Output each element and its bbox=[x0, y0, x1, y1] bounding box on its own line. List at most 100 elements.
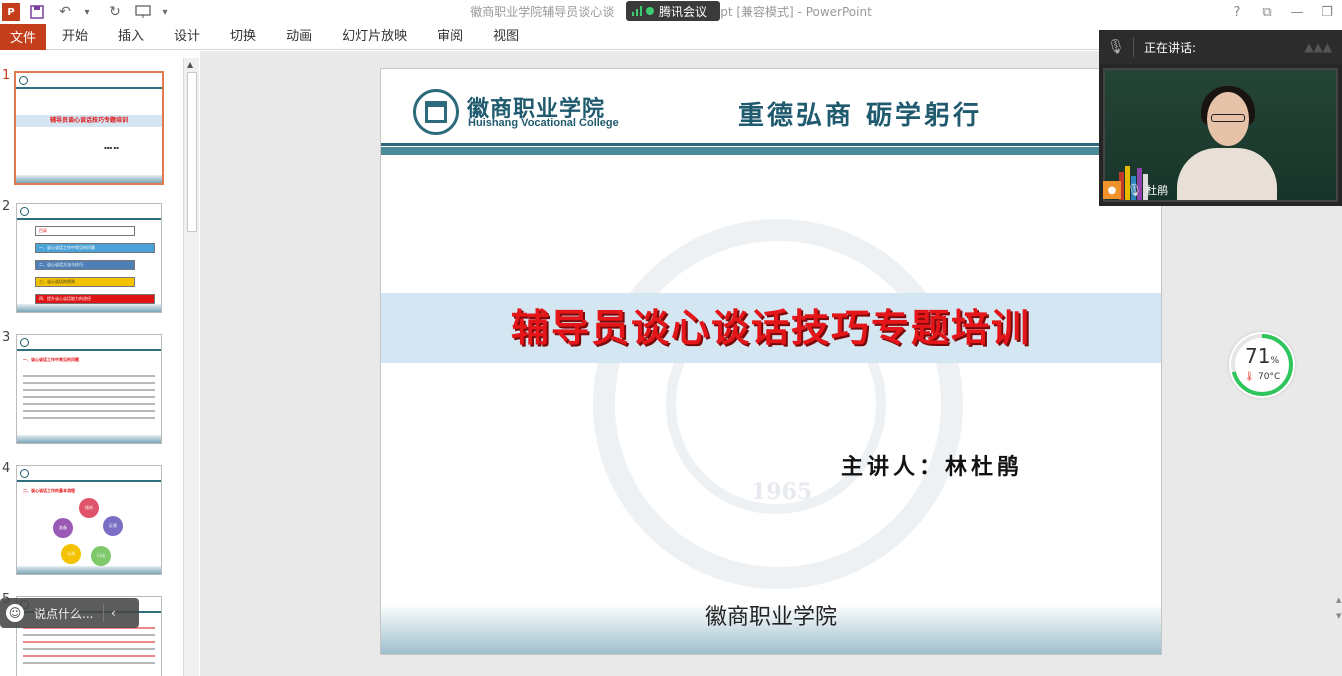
thumb-title: 二、谈心谈话工作的基本流程 bbox=[23, 488, 75, 493]
minimize-button[interactable]: — bbox=[1282, 5, 1312, 20]
chat-input-bar[interactable]: ☺ 说点什么... ‹ bbox=[0, 598, 139, 628]
quick-access-toolbar: P ↶ ▾ ↻ ▾ bbox=[0, 0, 176, 24]
slide-thumbnail-panel: 1 辅导员谈心谈话技巧专题培训 ▪▪▪ ▪▪ 2 目录 一、谈心谈话工作中常见的… bbox=[0, 58, 183, 676]
thumb-circle: 倾听 bbox=[79, 498, 99, 518]
thumbnail-slide-1[interactable]: 1 辅导员谈心谈话技巧专题培训 ▪▪▪ ▪▪ bbox=[0, 58, 183, 185]
scrollbar-thumb[interactable] bbox=[187, 72, 197, 232]
thumb-header bbox=[16, 73, 162, 89]
tab-design[interactable]: 设计 bbox=[159, 24, 215, 50]
tab-view[interactable]: 视图 bbox=[478, 24, 534, 50]
thumbnail-slide-5[interactable]: 5 bbox=[0, 582, 183, 676]
gauge-temperature: 🌡 70°C bbox=[1243, 372, 1281, 382]
tab-insert[interactable]: 插入 bbox=[103, 24, 159, 50]
divider bbox=[1133, 37, 1134, 57]
slide-header: 徽商职业学院 Huishang Vocational College 重德弘商 … bbox=[381, 69, 1161, 147]
school-logo-icon bbox=[413, 89, 459, 135]
save-icon[interactable] bbox=[26, 1, 48, 23]
repeat-icon[interactable]: ↻ bbox=[104, 1, 126, 23]
powerpoint-logo-icon: P bbox=[2, 3, 20, 21]
tab-animations[interactable]: 动画 bbox=[271, 24, 327, 50]
thumb-header bbox=[17, 466, 161, 482]
powerpoint-window: 徽商职业学院辅导员谈心谈 pt [兼容模式] - PowerPoint P ↶ ▾… bbox=[0, 0, 1342, 676]
thumb-item: 四、提升谈心谈话能力的途径 bbox=[35, 294, 155, 304]
mic-on-icon: 🎙 bbox=[1127, 183, 1143, 197]
glasses bbox=[1211, 114, 1245, 122]
chevron-left-icon[interactable]: ‹ bbox=[104, 606, 122, 620]
thumb-circle: 行动 bbox=[91, 546, 111, 566]
gauge-value: 71% bbox=[1244, 344, 1279, 368]
help-button[interactable]: ? bbox=[1222, 5, 1252, 20]
signal-icon bbox=[632, 6, 642, 16]
thumb-circle: 准备 bbox=[53, 518, 73, 538]
performance-gauge[interactable]: 71% 🌡 70°C bbox=[1229, 332, 1295, 398]
school-name-en: Huishang Vocational College bbox=[468, 117, 619, 129]
thumbnail-preview: 目录 一、谈心谈话工作中常见的问题 二、谈心谈话方法与技巧 三、谈心谈话的原则 … bbox=[16, 203, 162, 313]
thumb-footer bbox=[16, 175, 162, 183]
participant-label: ● 🎙 杜鹃 bbox=[1103, 180, 1168, 200]
mic-activity-icon bbox=[646, 7, 654, 15]
thumbnail-slide-3[interactable]: 3 一、谈心谈话工作中常见的问题 bbox=[0, 320, 183, 444]
thumb-circle: 反馈 bbox=[103, 516, 123, 536]
ribbon-display-button[interactable]: ⧉ bbox=[1252, 5, 1282, 20]
chat-placeholder[interactable]: 说点什么... bbox=[34, 605, 93, 622]
video-header: 🎙 正在讲话: ▲▲▲ bbox=[1099, 30, 1342, 64]
thumbnail-slide-4[interactable]: 4 二、谈心谈话工作的基本流程 倾听 反馈 准备 认知 行动 bbox=[0, 451, 183, 575]
emoji-icon[interactable]: ☺ bbox=[6, 604, 24, 622]
user-icon: ● bbox=[1103, 181, 1121, 199]
drag-handle-icon[interactable]: ▲▲▲ bbox=[1304, 40, 1332, 54]
thumbnail-preview: 辅导员谈心谈话技巧专题培训 ▪▪▪ ▪▪ bbox=[14, 71, 164, 185]
thumb-header bbox=[17, 335, 161, 351]
slide-number: 4 bbox=[2, 461, 11, 476]
current-slide[interactable]: 1965 徽商职业学院 Huishang Vocational College … bbox=[380, 68, 1162, 655]
thumb-item: 三、谈心谈话的原则 bbox=[35, 277, 135, 287]
title-bar: 徽商职业学院辅导员谈心谈 pt [兼容模式] - PowerPoint P ↶ ▾… bbox=[0, 0, 1342, 24]
microphone-icon: 🎙 bbox=[1107, 39, 1125, 55]
tab-transitions[interactable]: 切换 bbox=[215, 24, 271, 50]
thumb-text-lines bbox=[23, 375, 155, 424]
thumb-circle: 认知 bbox=[61, 544, 81, 564]
participant-body bbox=[1177, 148, 1277, 200]
meeting-video-panel[interactable]: 🎙 正在讲话: ▲▲▲ ● 🎙 杜鹃 bbox=[1099, 30, 1342, 206]
slide-speaker[interactable]: 主讲人：林杜鹃 bbox=[841, 449, 1023, 481]
thumb-footer bbox=[17, 304, 161, 312]
thermometer-icon: 🌡 bbox=[1243, 372, 1256, 382]
speaking-label: 正在讲话: bbox=[1144, 40, 1197, 55]
thumb-item: 二、谈心谈话方法与技巧 bbox=[35, 260, 135, 270]
scroll-up-icon[interactable]: ▲ bbox=[187, 60, 193, 69]
undo-icon[interactable]: ↶ bbox=[54, 1, 76, 23]
tab-review[interactable]: 审阅 bbox=[422, 24, 478, 50]
thumb-title: 辅导员谈心谈话技巧专题培训 bbox=[16, 115, 162, 127]
school-motto: 重德弘商 砺学躬行 bbox=[738, 101, 983, 131]
window-controls: ? ⧉ — ❐ bbox=[1222, 0, 1342, 24]
thumb-speaker: ▪▪▪ ▪▪ bbox=[104, 145, 119, 150]
header-divider bbox=[381, 143, 1161, 146]
tab-home[interactable]: 开始 bbox=[46, 24, 103, 50]
thumbnail-slide-2[interactable]: 2 目录 一、谈心谈话工作中常见的问题 二、谈心谈话方法与技巧 三、谈心谈话的原… bbox=[0, 189, 183, 313]
restore-button[interactable]: ❐ bbox=[1312, 5, 1342, 20]
thumbnail-preview: 一、谈心谈话工作中常见的问题 bbox=[16, 334, 162, 444]
thumbnail-preview: 二、谈心谈话工作的基本流程 倾听 反馈 准备 认知 行动 bbox=[16, 465, 162, 575]
slide-footer-college[interactable]: 徽商职业学院 bbox=[381, 599, 1161, 631]
qat-customize-icon[interactable]: ▾ bbox=[154, 1, 176, 23]
thumb-title: 一、谈心谈话工作中常见的问题 bbox=[23, 357, 79, 362]
tab-file[interactable]: 文件 bbox=[0, 23, 46, 50]
thumb-header bbox=[17, 204, 161, 220]
thumb-item: 一、谈心谈话工作中常见的问题 bbox=[35, 243, 155, 253]
thumb-item: 目录 bbox=[35, 226, 135, 236]
slideshow-from-start-icon[interactable] bbox=[132, 1, 154, 23]
thumb-footer bbox=[17, 566, 161, 574]
tab-slideshow[interactable]: 幻灯片放映 bbox=[327, 24, 422, 50]
thumbnail-scrollbar[interactable]: ▲ bbox=[183, 58, 199, 676]
slide-title[interactable]: 辅导员谈心谈话技巧专题培训 bbox=[381, 293, 1161, 363]
watermark-year: 1965 bbox=[751, 479, 813, 505]
tencent-meeting-indicator[interactable]: 腾讯会议 bbox=[626, 1, 720, 21]
thumb-footer bbox=[17, 435, 161, 443]
header-divider-band bbox=[381, 147, 1161, 155]
right-edge-scroll[interactable]: ▲ ▼ bbox=[1336, 596, 1342, 656]
slide-number: 1 bbox=[2, 68, 11, 83]
slide-number: 3 bbox=[2, 330, 11, 345]
redo-icon[interactable]: ▾ bbox=[76, 1, 98, 23]
participant-name: 杜鹃 bbox=[1146, 184, 1169, 197]
slide-number: 2 bbox=[2, 199, 11, 214]
thumb-text-lines bbox=[23, 627, 155, 669]
